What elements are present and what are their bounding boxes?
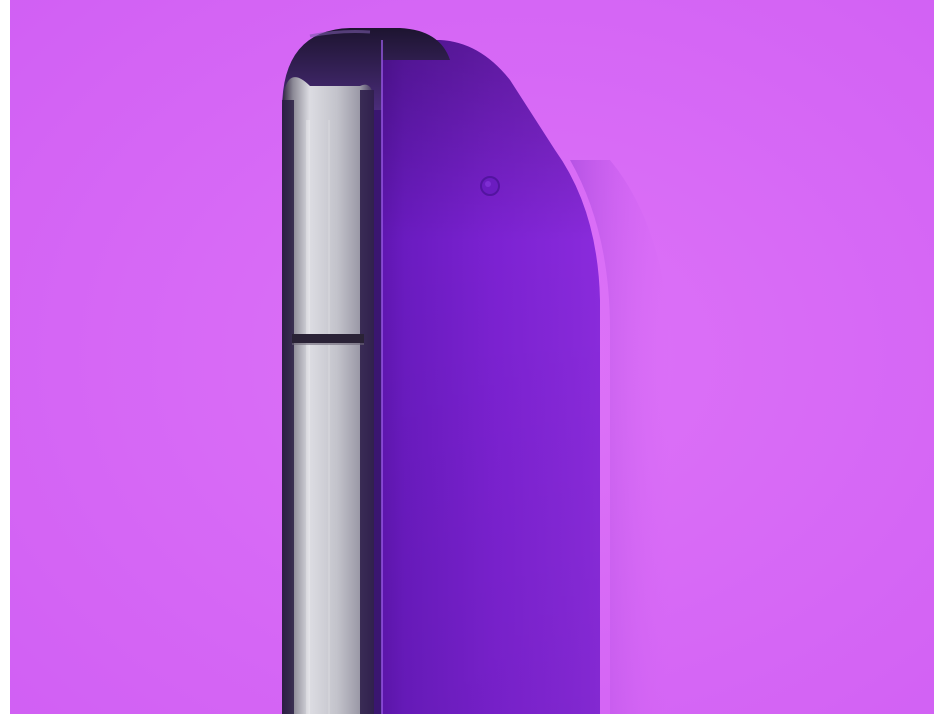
photo-canvas <box>10 0 934 714</box>
product-photo <box>10 0 934 714</box>
frame-highlight <box>306 120 310 714</box>
antenna-band-edge <box>292 343 364 345</box>
frame-highlight-2 <box>328 120 330 714</box>
antenna-band <box>292 334 364 343</box>
camera-highlight <box>485 181 491 187</box>
frame-right-edge <box>360 90 374 714</box>
frame-left-edge <box>282 100 294 714</box>
